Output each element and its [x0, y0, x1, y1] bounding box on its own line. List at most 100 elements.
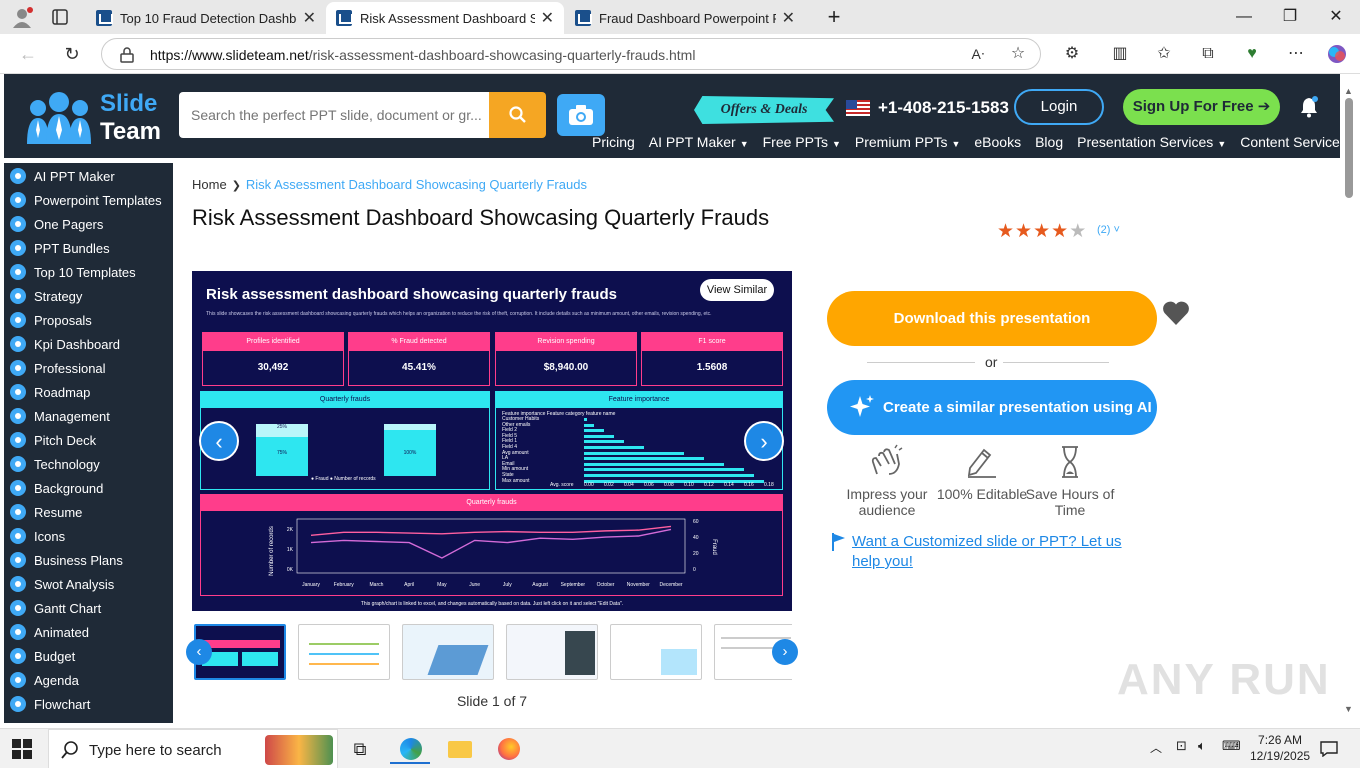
- thumbs-next-button[interactable]: ›: [772, 639, 798, 665]
- create-with-ai-button[interactable]: Create a similar presentation using AI: [827, 380, 1157, 435]
- system-tray-chevron-icon[interactable]: ︿: [1150, 739, 1162, 756]
- sidebar-item[interactable]: Animated: [4, 620, 173, 644]
- edge-taskbar-icon[interactable]: [390, 734, 430, 764]
- sidebar-item[interactable]: Management: [4, 404, 173, 428]
- sidebar-item[interactable]: Business Plans: [4, 548, 173, 572]
- close-tab-icon[interactable]: ✕: [541, 8, 554, 28]
- slide-prev-button[interactable]: ‹: [199, 421, 239, 461]
- close-tab-icon[interactable]: ✕: [782, 8, 795, 28]
- browser-essentials-icon[interactable]: ♥: [1238, 40, 1266, 68]
- sidebar-item[interactable]: Resume: [4, 500, 173, 524]
- sidebar-item[interactable]: Icons: [4, 524, 173, 548]
- thumbnail[interactable]: [402, 624, 494, 680]
- scroll-down-icon[interactable]: ▼: [1344, 704, 1353, 714]
- sidebar-item[interactable]: Technology: [4, 452, 173, 476]
- notifications-icon[interactable]: [1320, 741, 1338, 757]
- scroll-thumb[interactable]: [1345, 98, 1353, 198]
- nav-premium-ppts[interactable]: Premium PPTs ▼: [855, 134, 961, 150]
- login-button[interactable]: Login: [1014, 89, 1104, 125]
- url-field[interactable]: https://www.slideteam.net/risk-assessmen…: [101, 38, 1041, 70]
- refresh-icon[interactable]: ↻: [58, 40, 86, 68]
- favorites-icon[interactable]: ✩: [1150, 40, 1178, 68]
- collections-icon[interactable]: ⧉: [1194, 40, 1222, 68]
- network-icon[interactable]: ⊡: [1176, 738, 1187, 754]
- sidebar-item[interactable]: Top 10 Templates: [4, 260, 173, 284]
- thumbnail[interactable]: [506, 624, 598, 680]
- rating-stars[interactable]: ★★★★★: [997, 220, 1087, 243]
- thumbs-prev-button[interactable]: ‹: [186, 639, 212, 665]
- scroll-up-icon[interactable]: ▲: [1344, 86, 1353, 96]
- read-aloud-icon[interactable]: Aᐧ: [964, 40, 992, 68]
- sidebar-item[interactable]: Powerpoint Templates: [4, 188, 173, 212]
- tab-fraud-detection[interactable]: Top 10 Fraud Detection Dashboar ✕: [86, 2, 326, 34]
- view-similar-button[interactable]: View Similar: [700, 279, 774, 301]
- taskbar-clock[interactable]: 7:26 AM 12/19/2025: [1250, 732, 1310, 764]
- sidebar-item[interactable]: Gantt Chart: [4, 596, 173, 620]
- sidebar-item[interactable]: AI PPT Maker: [4, 164, 173, 188]
- breadcrumb-home[interactable]: Home: [192, 177, 227, 192]
- sidebar-item[interactable]: Strategy: [4, 284, 173, 308]
- settings-more-icon[interactable]: ⋯: [1282, 40, 1310, 68]
- download-button[interactable]: Download this presentation: [827, 291, 1157, 346]
- sidebar-item[interactable]: Roadmap: [4, 380, 173, 404]
- sidebar-item[interactable]: Swot Analysis: [4, 572, 173, 596]
- thumbnail[interactable]: [298, 624, 390, 680]
- tab-actions-icon[interactable]: [52, 9, 68, 25]
- volume-icon[interactable]: 🔈︎: [1198, 738, 1206, 754]
- sidebar-item[interactable]: Agenda: [4, 668, 173, 692]
- search-button[interactable]: [489, 92, 546, 138]
- nav-presentation-services[interactable]: Presentation Services ▼: [1077, 134, 1226, 150]
- copilot-icon[interactable]: [1326, 43, 1348, 65]
- nav-ebooks[interactable]: eBooks: [974, 134, 1021, 150]
- sidebar-item[interactable]: One Pagers: [4, 212, 173, 236]
- logo-text[interactable]: Slide Team: [100, 90, 161, 146]
- task-view-icon[interactable]: ⧉: [340, 734, 380, 764]
- nav-pricing[interactable]: Pricing: [592, 134, 635, 150]
- close-window-button[interactable]: ✕: [1314, 4, 1358, 30]
- sidebar-item[interactable]: Kpi Dashboard: [4, 332, 173, 356]
- slideteam-favicon-icon: [575, 10, 592, 26]
- breadcrumb-current[interactable]: Risk Assessment Dashboard Showcasing Qua…: [246, 177, 587, 192]
- minimize-button[interactable]: —: [1222, 4, 1266, 30]
- sidebar-item[interactable]: Background: [4, 476, 173, 500]
- taskbar-search[interactable]: Type here to search: [48, 729, 338, 768]
- windows-start-icon[interactable]: [12, 739, 32, 759]
- close-tab-icon[interactable]: ✕: [303, 8, 316, 28]
- slide-preview[interactable]: Risk assessment dashboard showcasing qua…: [192, 271, 792, 611]
- tab-risk-assessment[interactable]: Risk Assessment Dashboard Show ✕: [326, 2, 564, 34]
- file-explorer-icon[interactable]: [440, 734, 480, 764]
- back-icon[interactable]: ←: [14, 40, 42, 68]
- profile-avatar-icon[interactable]: [10, 6, 34, 28]
- tab-fraud-dashboard[interactable]: Fraud Dashboard Powerpoint Ppt ✕: [565, 2, 805, 34]
- rating-count[interactable]: (2) ˅: [1097, 224, 1120, 236]
- offers-deals-badge[interactable]: Offers & Deals: [694, 96, 834, 124]
- sidebar-item[interactable]: Pitch Deck: [4, 428, 173, 452]
- phone-number[interactable]: +1-408-215-1583: [878, 98, 1009, 118]
- signup-button[interactable]: Sign Up For Free ➔: [1123, 89, 1280, 125]
- search-input[interactable]: [179, 92, 489, 138]
- keyboard-icon[interactable]: ⌨: [1222, 738, 1241, 754]
- thumbnail[interactable]: [610, 624, 702, 680]
- sidebar-item[interactable]: Professional: [4, 356, 173, 380]
- heart-icon[interactable]: [1162, 300, 1190, 326]
- lock-icon[interactable]: [120, 47, 134, 63]
- firefox-icon[interactable]: [488, 734, 528, 764]
- slide-next-button[interactable]: ›: [744, 421, 784, 461]
- page-scrollbar[interactable]: ▲ ▼: [1342, 86, 1356, 720]
- slideteam-logo-icon[interactable]: [24, 90, 94, 144]
- favorite-star-icon[interactable]: ☆: [1004, 40, 1032, 68]
- sidebar-item[interactable]: PPT Bundles: [4, 236, 173, 260]
- extensions-icon[interactable]: ⚙: [1058, 40, 1086, 68]
- nav-blog[interactable]: Blog: [1035, 134, 1063, 150]
- image-search-button[interactable]: [557, 94, 605, 136]
- sidebar-item[interactable]: Proposals: [4, 308, 173, 332]
- bell-icon[interactable]: [1298, 96, 1320, 118]
- customized-slide-link[interactable]: Want a Customized slide or PPT? Let us h…: [852, 532, 1152, 572]
- split-screen-icon[interactable]: ▥: [1106, 40, 1134, 68]
- thumb-decor: [309, 663, 379, 665]
- sidebar-item[interactable]: Budget: [4, 644, 173, 668]
- new-tab-button[interactable]: +: [812, 4, 856, 30]
- nav-ai-ppt-maker[interactable]: AI PPT Maker ▼: [649, 134, 749, 150]
- nav-free-ppts[interactable]: Free PPTs ▼: [763, 134, 841, 150]
- maximize-button[interactable]: ❐: [1268, 4, 1312, 30]
